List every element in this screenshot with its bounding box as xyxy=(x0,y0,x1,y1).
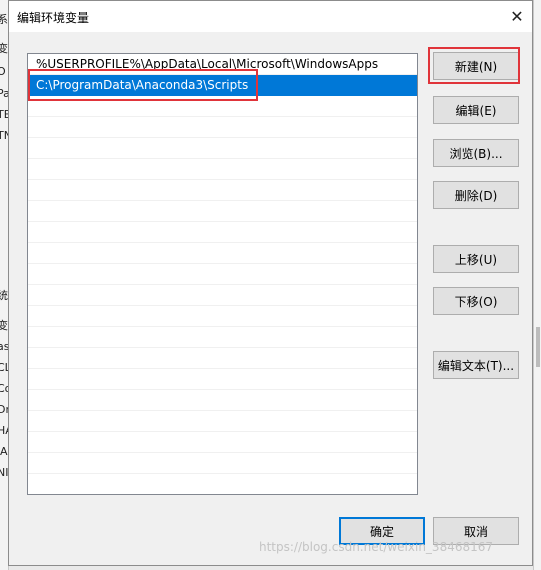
list-item-selected[interactable]: C:\ProgramData\Anaconda3\Scripts xyxy=(28,75,417,96)
empty-row[interactable] xyxy=(28,96,417,117)
empty-row[interactable] xyxy=(28,390,417,411)
path-list[interactable]: %USERPROFILE%\AppData\Local\Microsoft\Wi… xyxy=(27,53,418,495)
empty-row[interactable] xyxy=(28,138,417,159)
move-down-button[interactable]: 下移(O) xyxy=(433,287,519,315)
empty-row[interactable] xyxy=(28,348,417,369)
empty-row[interactable] xyxy=(28,369,417,390)
background-scrollbar xyxy=(536,327,540,367)
background-window-right xyxy=(533,0,541,570)
edit-text-button[interactable]: 编辑文本(T)... xyxy=(433,351,519,379)
empty-row[interactable] xyxy=(28,474,417,494)
empty-row[interactable] xyxy=(28,432,417,453)
empty-row[interactable] xyxy=(28,117,417,138)
watermark: https://blog.csdn.net/weixin_38468167 xyxy=(259,540,494,554)
empty-row[interactable] xyxy=(28,159,417,180)
delete-button[interactable]: 删除(D) xyxy=(433,181,519,209)
empty-row[interactable] xyxy=(28,201,417,222)
title-bar: 编辑环境变量 ✕ xyxy=(9,1,532,32)
empty-row[interactable] xyxy=(28,264,417,285)
edit-button[interactable]: 编辑(E) xyxy=(433,96,519,124)
new-button[interactable]: 新建(N) xyxy=(433,52,519,80)
empty-row[interactable] xyxy=(28,453,417,474)
dialog-title: 编辑环境变量 xyxy=(17,11,90,25)
empty-row[interactable] xyxy=(28,411,417,432)
empty-row[interactable] xyxy=(28,285,417,306)
empty-row[interactable] xyxy=(28,222,417,243)
close-icon: ✕ xyxy=(510,7,524,26)
close-button[interactable]: ✕ xyxy=(502,1,532,32)
empty-row[interactable] xyxy=(28,180,417,201)
move-up-button[interactable]: 上移(U) xyxy=(433,245,519,273)
empty-row[interactable] xyxy=(28,327,417,348)
browse-button[interactable]: 浏览(B)... xyxy=(433,139,519,167)
list-item[interactable]: %USERPROFILE%\AppData\Local\Microsoft\Wi… xyxy=(28,54,417,75)
empty-row[interactable] xyxy=(28,306,417,327)
empty-row[interactable] xyxy=(28,243,417,264)
edit-env-var-dialog: 编辑环境变量 ✕ %USERPROFILE%\AppData\Local\Mic… xyxy=(8,0,533,566)
